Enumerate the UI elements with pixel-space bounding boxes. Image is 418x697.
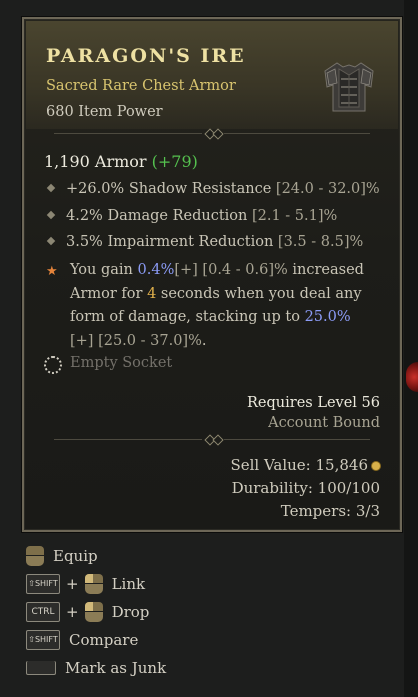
mouse-left-icon — [84, 602, 103, 622]
armor-stat: 1,190 Armor (+79) — [44, 152, 198, 171]
requires-level: Requires Level 56 — [247, 395, 380, 411]
tooltip-header: PARAGON'S IRE Sacred Rare Chest Armor 68… — [26, 21, 398, 129]
mouse-left-icon — [84, 574, 103, 594]
affix-line: +26.0% Shadow Resistance [24.0 - 32.0]% — [44, 177, 380, 201]
spacebar-key-icon — [26, 661, 56, 675]
armor-value: 1,190 Armor — [44, 152, 147, 171]
socket-icon — [44, 356, 62, 374]
legendary-star-icon: ★ — [46, 264, 58, 279]
binding-status: Account Bound — [268, 415, 380, 431]
item-name: PARAGON'S IRE — [46, 45, 246, 67]
footer-divider — [54, 434, 370, 446]
affix-line: 3.5% Impairment Reduction [3.5 - 8.5]% — [44, 230, 363, 254]
legendary-affix: ★ You gain 0.4%[+] [0.4 - 0.6]% increase… — [46, 262, 364, 349]
affix-diamond-icon — [46, 236, 56, 246]
mark-junk-action[interactable]: Mark as Junk — [26, 656, 166, 680]
affix-line: 4.2% Damage Reduction [2.1 - 5.1]% — [44, 204, 337, 228]
action-bar: Equip ⇧SHIFT + Link CTRL + Drop ⇧SHIFT C… — [18, 540, 408, 690]
durability: Durability: 100/100 — [231, 479, 380, 497]
shift-key-icon: ⇧SHIFT — [26, 574, 60, 594]
armor-delta: (+79) — [151, 152, 198, 171]
mouse-right-icon — [26, 546, 44, 566]
shift-key-icon: ⇧SHIFT — [26, 630, 60, 650]
item-type: Sacred Rare Chest Armor — [46, 78, 236, 94]
edge-marker-icon — [406, 362, 418, 392]
compare-action[interactable]: ⇧SHIFT Compare — [26, 628, 138, 652]
ctrl-key-icon: CTRL — [26, 602, 60, 622]
link-action[interactable]: ⇧SHIFT + Link — [26, 572, 145, 596]
gold-coin-icon — [372, 462, 380, 470]
equip-action[interactable]: Equip — [26, 544, 98, 568]
chest-armor-icon — [324, 62, 374, 112]
sell-value: Sell Value: 15,846 — [230, 456, 380, 474]
item-power: 680 Item Power — [46, 104, 163, 120]
item-tooltip: PARAGON'S IRE Sacred Rare Chest Armor 68… — [22, 17, 402, 532]
header-divider — [54, 128, 370, 140]
tempers: Tempers: 3/3 — [280, 502, 380, 520]
socket-label: Empty Socket — [70, 355, 173, 371]
affix-diamond-icon — [46, 183, 56, 193]
drop-action[interactable]: CTRL + Drop — [26, 600, 149, 624]
affix-diamond-icon — [46, 210, 56, 220]
